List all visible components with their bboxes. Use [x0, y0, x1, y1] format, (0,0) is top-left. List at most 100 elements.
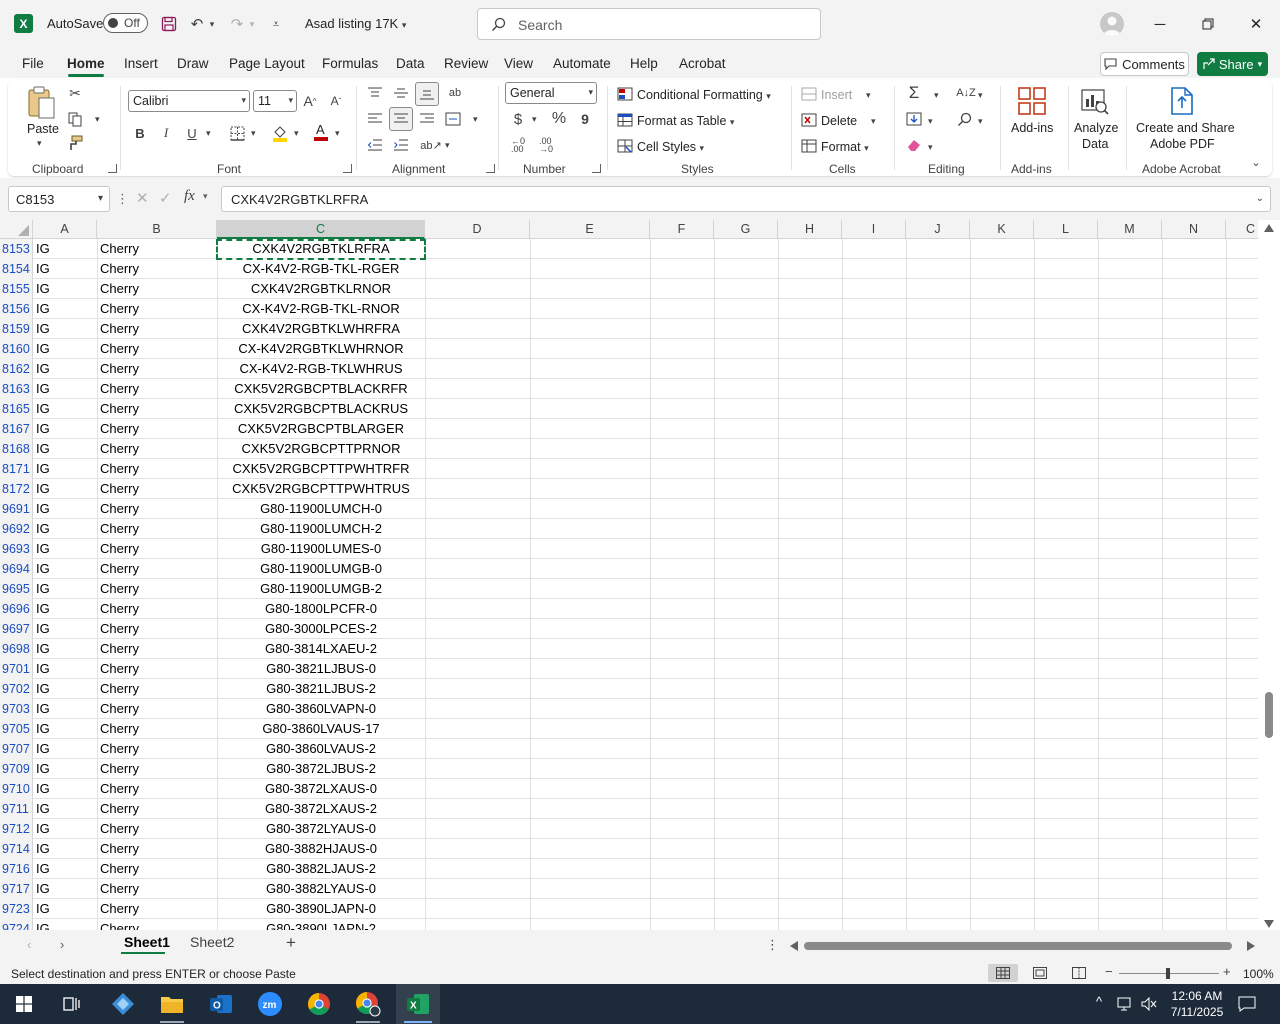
column-header-g[interactable]: G: [714, 220, 778, 239]
insert-function-icon[interactable]: fx: [184, 188, 195, 205]
font-launcher-icon[interactable]: [343, 164, 352, 173]
clipboard-launcher-icon[interactable]: [108, 164, 117, 173]
file-explorer-icon[interactable]: [156, 988, 188, 1020]
cell-b[interactable]: Cherry: [100, 299, 216, 319]
cell-b[interactable]: Cherry: [100, 679, 216, 699]
sheet-tab-sheet2[interactable]: Sheet2: [190, 934, 234, 950]
bold-button[interactable]: B: [132, 124, 148, 142]
task-view-icon[interactable]: [56, 988, 88, 1020]
cell-b[interactable]: Cherry: [100, 259, 216, 279]
cell-a[interactable]: IG: [36, 679, 96, 699]
row-header[interactable]: 9716: [0, 859, 33, 879]
cell-b[interactable]: Cherry: [100, 499, 216, 519]
find-dropdown-icon[interactable]: ▾: [978, 116, 983, 127]
cell-b[interactable]: Cherry: [100, 759, 216, 779]
cell-c[interactable]: G80-3860LVAPN-0: [217, 699, 425, 719]
cell-a[interactable]: IG: [36, 859, 96, 879]
cell-a[interactable]: IG: [36, 659, 96, 679]
save-icon[interactable]: [158, 13, 180, 35]
cell-c[interactable]: CXK5V2RGBCPTTPRNOR: [217, 439, 425, 459]
tab-draw[interactable]: Draw: [177, 56, 209, 71]
tab-acrobat[interactable]: Acrobat: [679, 56, 726, 71]
column-header-j[interactable]: J: [906, 220, 970, 239]
clear-dropdown-icon[interactable]: ▾: [928, 142, 933, 153]
cell-b[interactable]: Cherry: [100, 719, 216, 739]
minimize-icon[interactable]: ─: [1148, 12, 1172, 36]
row-header[interactable]: 8172: [0, 479, 33, 499]
row-header[interactable]: 9694: [0, 559, 33, 579]
sheet-tab-sheet1[interactable]: Sheet1: [124, 934, 170, 950]
row-header[interactable]: 8156: [0, 299, 33, 319]
row-header[interactable]: 9723: [0, 899, 33, 919]
column-header-d[interactable]: D: [425, 220, 530, 239]
clear-icon[interactable]: [905, 136, 923, 154]
tab-split-handle-icon[interactable]: ⋮: [766, 937, 779, 953]
orientation-icon[interactable]: ab↗: [420, 136, 441, 154]
row-header[interactable]: 9711: [0, 799, 33, 819]
cell-c[interactable]: CX-K4V2-RGB-TKLWHRUS: [217, 359, 425, 379]
cell-c[interactable]: G80-1800LPCFR-0: [217, 599, 425, 619]
fill-color-dropdown-icon[interactable]: ▾: [294, 128, 299, 139]
cell-c[interactable]: CXK4V2RGBTKLWHRFRA: [217, 319, 425, 339]
zoom-out-icon[interactable]: −: [1105, 964, 1113, 979]
network-icon[interactable]: [1117, 997, 1135, 1011]
column-header-k[interactable]: K: [970, 220, 1034, 239]
volume-muted-icon[interactable]: [1141, 997, 1157, 1011]
zoom-app-icon[interactable]: zm: [254, 988, 286, 1020]
chrome-icon[interactable]: [303, 988, 335, 1020]
alignment-launcher-icon[interactable]: [486, 164, 495, 173]
notifications-icon[interactable]: [1238, 996, 1256, 1012]
align-right-icon[interactable]: [418, 110, 436, 128]
sort-filter-icon[interactable]: A↓Z: [955, 84, 977, 102]
cell-b[interactable]: Cherry: [100, 559, 216, 579]
vertical-scroll-thumb[interactable]: [1265, 692, 1273, 738]
row-header[interactable]: 9717: [0, 879, 33, 899]
column-header-m[interactable]: M: [1098, 220, 1162, 239]
cell-a[interactable]: IG: [36, 759, 96, 779]
cell-c[interactable]: G80-3890LJAPN-0: [217, 899, 425, 919]
confirm-entry-icon[interactable]: ✓: [159, 189, 172, 207]
search-box[interactable]: Search: [477, 8, 821, 40]
excel-taskbar-icon[interactable]: X: [402, 988, 434, 1020]
tab-view[interactable]: View: [504, 56, 533, 71]
borders-dropdown-icon[interactable]: ▾: [251, 128, 256, 139]
number-launcher-icon[interactable]: [592, 164, 601, 173]
cell-c[interactable]: CXK5V2RGBCPTTPWHTRUS: [217, 479, 425, 499]
find-select-icon[interactable]: [955, 110, 973, 128]
sort-filter-dropdown-icon[interactable]: ▾: [978, 90, 983, 101]
autosave-toggle[interactable]: Off: [103, 13, 148, 33]
insert-dropdown-icon[interactable]: ▾: [866, 90, 871, 101]
font-color-dropdown-icon[interactable]: ▾: [335, 128, 340, 139]
paste-dropdown-icon[interactable]: ▾: [37, 138, 42, 149]
cell-b[interactable]: Cherry: [100, 619, 216, 639]
cell-a[interactable]: IG: [36, 639, 96, 659]
cell-c[interactable]: G80-3821LJBUS-0: [217, 659, 425, 679]
row-header[interactable]: 9693: [0, 539, 33, 559]
formula-input[interactable]: CXK4V2RGBTKLRFRA ⌄: [221, 186, 1271, 212]
cell-a[interactable]: IG: [36, 259, 96, 279]
row-header[interactable]: 9696: [0, 599, 33, 619]
row-header[interactable]: 8159: [0, 319, 33, 339]
cell-b[interactable]: Cherry: [100, 519, 216, 539]
cell-b[interactable]: Cherry: [100, 379, 216, 399]
restore-icon[interactable]: [1196, 12, 1220, 36]
format-cells-button[interactable]: Format ▾: [821, 140, 869, 154]
cell-a[interactable]: IG: [36, 359, 96, 379]
cell-c[interactable]: G80-3882LYAUS-0: [217, 879, 425, 899]
cell-styles-button[interactable]: Cell Styles ▾: [637, 140, 704, 154]
bottom-align-icon[interactable]: [415, 82, 439, 106]
fill-icon[interactable]: [905, 110, 923, 128]
borders-icon[interactable]: [228, 124, 246, 142]
font-size-select[interactable]: 11 ▾: [253, 90, 297, 112]
cell-c[interactable]: G80-3821LJBUS-2: [217, 679, 425, 699]
cell-a[interactable]: IG: [36, 839, 96, 859]
cell-c[interactable]: G80-3872LXAUS-0: [217, 779, 425, 799]
autosum-dropdown-icon[interactable]: ▾: [934, 90, 939, 101]
cell-a[interactable]: IG: [36, 479, 96, 499]
column-header-l[interactable]: L: [1034, 220, 1098, 239]
cell-a[interactable]: IG: [36, 579, 96, 599]
cell-a[interactable]: IG: [36, 719, 96, 739]
conditional-formatting-icon[interactable]: [616, 85, 634, 103]
fill-dropdown-icon[interactable]: ▾: [928, 116, 933, 127]
cell-a[interactable]: IG: [36, 899, 96, 919]
